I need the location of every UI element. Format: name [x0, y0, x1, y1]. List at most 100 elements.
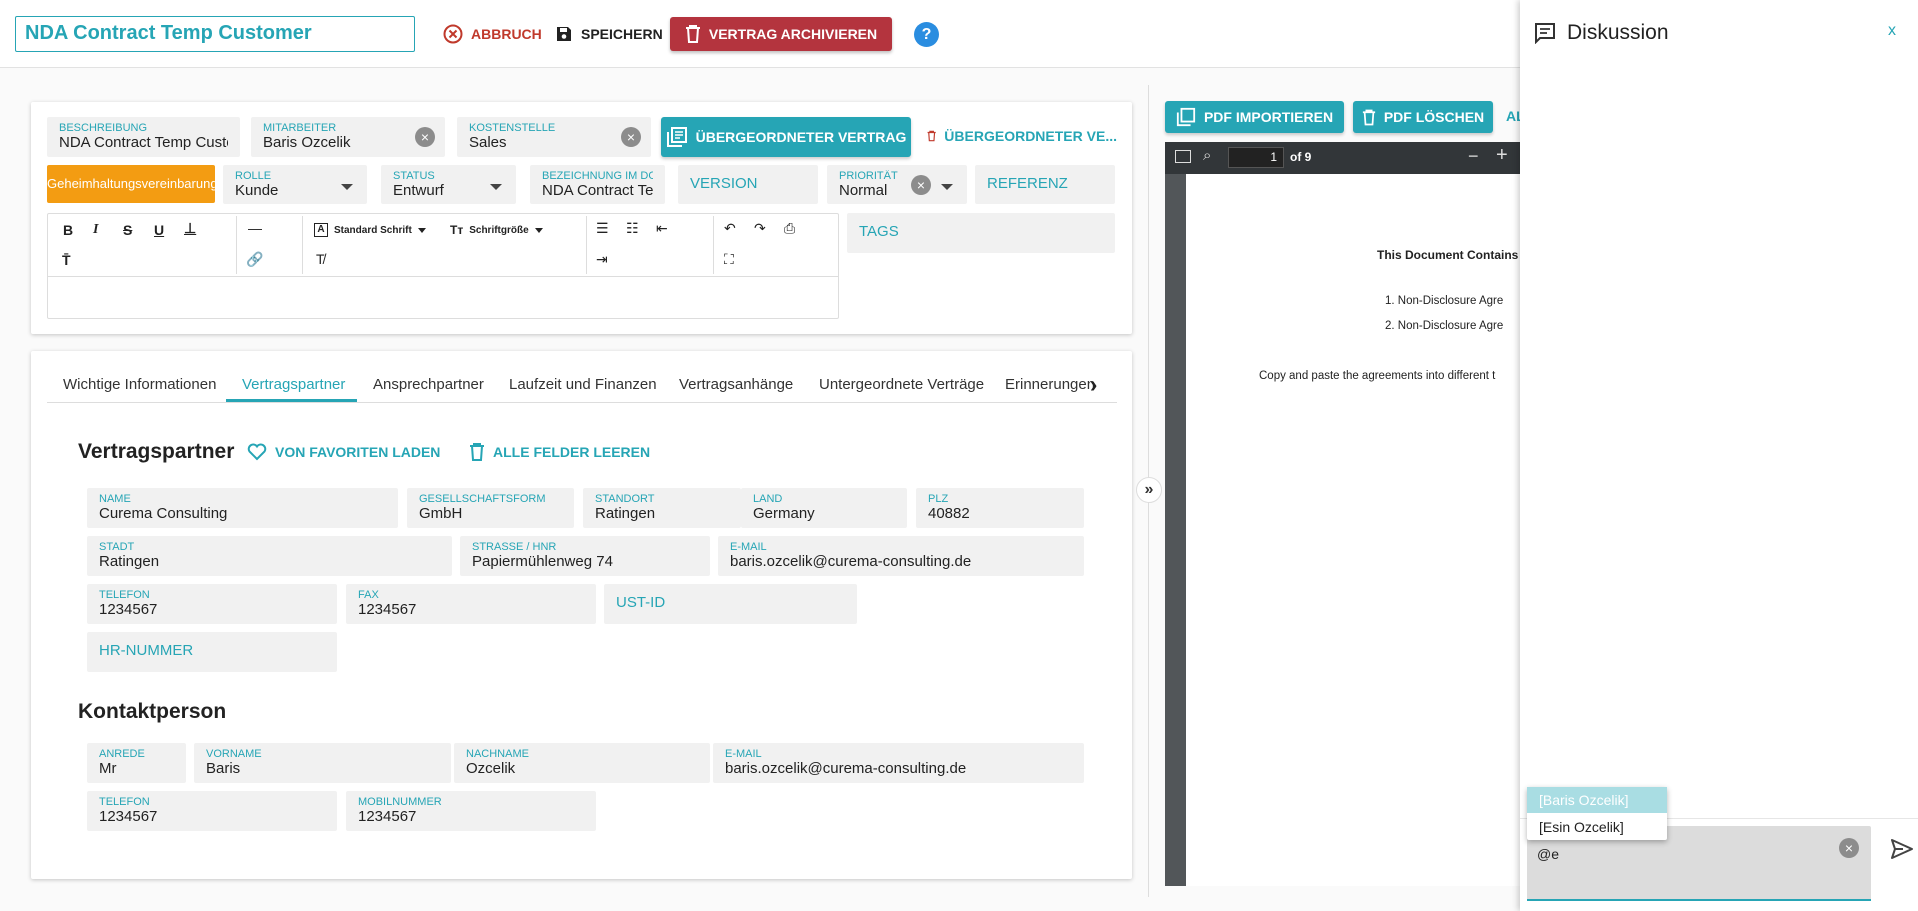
- search-icon[interactable]: ⌕: [1203, 147, 1211, 164]
- mobilnummer-field[interactable]: MOBILNUMMER 1234567: [346, 791, 596, 831]
- help-icon[interactable]: ?: [914, 22, 939, 47]
- hr-nummer-field[interactable]: HR-NUMMER: [87, 632, 337, 672]
- tab-vertragspartner[interactable]: Vertragspartner: [242, 376, 345, 393]
- horizontal-line-icon[interactable]: —: [248, 220, 262, 236]
- strikethrough-icon[interactable]: S: [123, 222, 132, 238]
- cancel-button[interactable]: ABBRUCH: [443, 17, 542, 51]
- mitarbeiter-field[interactable]: MITARBEITER Baris Ozcelik ×: [251, 117, 445, 157]
- plz-value: 40882: [928, 505, 970, 522]
- print-icon[interactable]: ⎙: [784, 220, 795, 237]
- rolle-field[interactable]: ROLLE Kunde: [223, 165, 367, 204]
- clear-message-icon[interactable]: ×: [1839, 838, 1859, 858]
- strasse-label: STRASSE / HNR: [472, 541, 557, 553]
- parent-contract-button[interactable]: ÜBERGEORDNETER VERTRAG: [661, 117, 911, 157]
- gesellschaftsform-field[interactable]: GESELLSCHAFTSFORM GmbH: [407, 488, 574, 528]
- prioritaet-field[interactable]: PRIORITÄT Normal ×: [827, 165, 967, 204]
- font-family-dropdown[interactable]: A Standard Schrift: [314, 223, 426, 237]
- land-label: LAND: [753, 493, 783, 505]
- contract-type-chip[interactable]: Geheimhaltungsvereinbarung: [47, 165, 218, 203]
- pdf-import-button[interactable]: PDF IMPORTIEREN: [1165, 101, 1344, 133]
- vorname-field[interactable]: VORNAME Baris: [194, 743, 451, 783]
- nachname-field[interactable]: NACHNAME Ozcelik: [454, 743, 710, 783]
- beschreibung-field[interactable]: BESCHREIBUNG NDA Contract Temp Customer: [47, 117, 240, 157]
- tags-field[interactable]: TAGS: [847, 213, 1115, 253]
- kontakt-email-value: baris.ozcelik@curema-consulting.de: [725, 760, 967, 777]
- tab-wichtige-informationen[interactable]: Wichtige Informationen: [63, 376, 216, 393]
- font-size-dropdown[interactable]: Tт Schriftgröße: [450, 223, 543, 237]
- load-favorites-label: VON FAVORITEN LADEN: [275, 444, 441, 460]
- strasse-value: Papiermühlenweg 74: [472, 553, 613, 570]
- archive-contract-button[interactable]: VERTRAG ARCHIVIEREN: [670, 17, 892, 51]
- numbered-list-icon[interactable]: ☷: [626, 220, 639, 237]
- save-button[interactable]: SPEICHERN: [555, 17, 663, 51]
- stadt-field[interactable]: STADT Ratingen: [87, 536, 452, 576]
- sidebar-toggle-icon[interactable]: [1175, 150, 1191, 163]
- tab-laufzeit-und-finanzen[interactable]: Laufzeit und Finanzen: [509, 376, 657, 393]
- delete-parent-contract-button[interactable]: ÜBERGEORDNETER VE...: [927, 127, 1117, 145]
- pdf-delete-button[interactable]: PDF LÖSCHEN: [1353, 101, 1493, 133]
- kostenstelle-field[interactable]: KOSTENSTELLE Sales ×: [457, 117, 651, 157]
- clear-mitarbeiter-icon[interactable]: ×: [415, 127, 435, 147]
- hr-nummer-placeholder: HR-NUMMER: [99, 642, 194, 659]
- double-chevron-right-icon[interactable]: »: [1136, 477, 1162, 503]
- land-field[interactable]: LAND Germany: [741, 488, 907, 528]
- subscript-icon[interactable]: ⊥: [184, 220, 196, 237]
- fax-field[interactable]: FAX 1234567: [346, 584, 596, 624]
- partner-name-field[interactable]: NAME Curema Consulting: [87, 488, 398, 528]
- tab-ansprechpartner[interactable]: Ansprechpartner: [373, 376, 484, 393]
- mobilnummer-label: MOBILNUMMER: [358, 796, 442, 808]
- indent-icon[interactable]: ⇥: [596, 251, 608, 268]
- partner-email-field[interactable]: E-MAIL baris.ozcelik@curema-consulting.d…: [718, 536, 1084, 576]
- redo-icon[interactable]: ↷: [754, 220, 766, 237]
- standort-field[interactable]: STANDORT Ratingen: [583, 488, 741, 528]
- contract-title-input[interactable]: NDA Contract Temp Customer: [15, 16, 415, 52]
- zoom-out-icon[interactable]: −: [1468, 146, 1479, 167]
- chevron-down-icon: [490, 184, 502, 190]
- tab-erinnerungen[interactable]: Erinnerungen: [1005, 376, 1095, 393]
- outdent-icon[interactable]: ⇤: [656, 220, 668, 237]
- clear-all-fields-button[interactable]: ALLE FELDER LEEREN: [469, 443, 650, 461]
- vorname-label: VORNAME: [206, 748, 262, 760]
- kontakt-email-field[interactable]: E-MAIL baris.ozcelik@curema-consulting.d…: [713, 743, 1084, 783]
- save-label: SPEICHERN: [581, 26, 663, 42]
- anrede-field[interactable]: ANREDE Mr: [87, 743, 186, 783]
- message-input-value: @e: [1537, 846, 1559, 862]
- load-favorites-button[interactable]: VON FAVORITEN LADEN: [247, 443, 440, 461]
- clear-format-icon[interactable]: T̸: [316, 251, 325, 267]
- tab-untergeordnete-vertraege[interactable]: Untergeordnete Verträge: [819, 376, 984, 393]
- bezeichnung-field[interactable]: BEZEICHNUNG IM DO... NDA Contract Temp C…: [530, 165, 665, 204]
- discussion-panel: Diskussion x [Baris Ozcelik] [Esin Ozcel…: [1520, 0, 1918, 911]
- kontakt-telefon-field[interactable]: TELEFON 1234567: [87, 791, 337, 831]
- chevron-down-icon: [534, 227, 543, 233]
- status-field[interactable]: STATUS Entwurf: [381, 165, 516, 204]
- undo-icon[interactable]: ↶: [724, 220, 736, 237]
- tab-vertragsanhaenge[interactable]: Vertragsanhänge: [679, 376, 793, 393]
- link-icon[interactable]: 🔗: [246, 251, 263, 268]
- zoom-in-icon[interactable]: +: [1496, 144, 1508, 167]
- bullet-list-icon[interactable]: ☰: [596, 220, 609, 237]
- partner-telefon-field[interactable]: TELEFON 1234567: [87, 584, 337, 624]
- editor-toolbar: B I S U ⊥ T̄ — 🔗 A Standard Schrift Tт S…: [48, 214, 838, 277]
- stadt-label: STADT: [99, 541, 135, 553]
- editor-content-area[interactable]: [48, 278, 838, 318]
- referenz-field[interactable]: REFERENZ: [975, 165, 1115, 204]
- italic-icon[interactable]: I: [93, 222, 98, 238]
- superscript-icon[interactable]: T̄: [62, 252, 71, 268]
- underline-icon[interactable]: U: [154, 222, 164, 238]
- strasse-field[interactable]: STRASSE / HNR Papiermühlenweg 74: [460, 536, 710, 576]
- plz-field[interactable]: PLZ 40882: [916, 488, 1084, 528]
- version-field[interactable]: VERSION: [678, 165, 818, 204]
- ust-id-field[interactable]: UST-ID: [604, 584, 857, 624]
- send-icon[interactable]: [1890, 838, 1914, 860]
- bold-icon[interactable]: B: [63, 222, 73, 238]
- chevron-right-icon[interactable]: ›: [1090, 372, 1097, 398]
- clear-kostenstelle-icon[interactable]: ×: [621, 127, 641, 147]
- ust-id-placeholder: UST-ID: [616, 594, 666, 611]
- close-icon[interactable]: x: [1888, 22, 1896, 40]
- pdf-page-input[interactable]: 1: [1228, 147, 1284, 168]
- fullscreen-icon[interactable]: ⛶: [724, 251, 734, 268]
- mitarbeiter-value: Baris Ozcelik: [263, 134, 351, 151]
- clear-prioritaet-icon[interactable]: ×: [911, 175, 931, 195]
- mention-option[interactable]: [Esin Ozcelik]: [1527, 814, 1667, 840]
- mention-option[interactable]: [Baris Ozcelik]: [1527, 787, 1667, 813]
